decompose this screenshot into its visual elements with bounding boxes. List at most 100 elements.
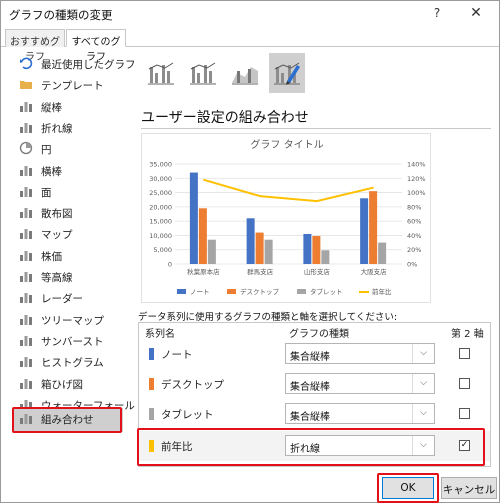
sidebar-item-1[interactable]: テンプレート — [13, 74, 123, 94]
close-button[interactable]: ✕ — [467, 5, 485, 23]
y2-tick-label: 140% — [407, 161, 426, 169]
bar-2-2 — [321, 250, 330, 264]
cancel-button[interactable]: キャンセル — [441, 477, 497, 499]
sidebar-item-label: 円 — [41, 144, 52, 157]
sidebar-item-6[interactable]: 面 — [13, 181, 123, 201]
clustered-column-line-icon[interactable] — [143, 53, 179, 93]
sidebar-item-label: ヒストグラム — [41, 357, 104, 370]
sidebar-item-label: 面 — [41, 186, 52, 199]
y2-tick-label: 100% — [407, 189, 426, 197]
section-title: ユーザー設定の組み合わせ — [141, 110, 309, 126]
sunburst-chart-icon — [19, 333, 33, 347]
legend-label-1: デスクトップ — [240, 287, 280, 296]
sidebar-item-label: マップ — [41, 229, 73, 242]
chart-type-select[interactable]: 集合縦棒 ⌵ — [285, 403, 435, 424]
tab-bar: おすすめグラフ すべてのグラフ — [1, 29, 499, 63]
y2-tick-label: 120% — [407, 175, 426, 183]
treemap-chart-icon — [19, 312, 33, 326]
sidebar-item-15[interactable]: 箱ひげ図 — [13, 373, 123, 393]
sidebar-item-label: 散布図 — [41, 208, 73, 221]
y-tick-label: 35,000 — [149, 161, 172, 169]
area-chart-icon — [19, 184, 33, 198]
sidebar-item-label: 箱ひげ図 — [41, 378, 83, 391]
surface-chart-icon — [19, 269, 33, 283]
chevron-down-icon[interactable]: ⌵ — [412, 374, 434, 393]
tab-all-charts[interactable]: すべてのグラフ — [66, 29, 126, 63]
secondary-axis-checkbox[interactable] — [459, 348, 470, 359]
secondary-axis-checkbox[interactable] — [459, 408, 470, 419]
chart-type-select[interactable]: 集合縦棒 ⌵ — [285, 343, 435, 364]
bar-1-0 — [198, 208, 207, 264]
series-color-marker — [149, 408, 154, 420]
bar-2-0 — [207, 239, 216, 264]
chart-type-value: 集合縦棒 — [290, 382, 330, 393]
combo-subtype-row — [141, 53, 500, 97]
sidebar-item-3[interactable]: 折れ線 — [13, 117, 123, 137]
y-tick-label: 20,000 — [149, 203, 172, 211]
sidebar-item-label: レーダー — [41, 293, 83, 306]
legend-label-3: 前年比 — [372, 287, 392, 296]
secondary-axis-checkbox[interactable] — [459, 378, 470, 389]
bar-0-2 — [303, 234, 312, 264]
scatter-chart-icon — [19, 205, 33, 219]
chart-type-value: 集合縦棒 — [290, 352, 330, 363]
sidebar-item-label: テンプレート — [41, 80, 104, 93]
legend-swatch-2 — [297, 289, 306, 294]
chart-preview: グラフ タイトル 0 5,000 10,000 15,000 20,000 25,000 30… — [141, 133, 431, 303]
folder-icon — [19, 77, 33, 91]
series-row-0: ノート 集合縦棒 ⌵ — [139, 339, 490, 369]
radar-chart-icon — [19, 290, 33, 304]
legend-swatch-0 — [177, 289, 186, 294]
bar-1-2 — [312, 236, 321, 264]
highlight-frame-ok — [377, 473, 439, 503]
sidebar-item-4[interactable]: 円 — [13, 138, 123, 158]
sidebar-item-14[interactable]: ヒストグラム — [13, 351, 123, 371]
x-tick-label: 群馬支店 — [247, 267, 274, 276]
series-instruction: データ系列に使用するグラフの種類と軸を選択してください: — [138, 312, 398, 323]
chevron-down-icon[interactable]: ⌵ — [412, 404, 434, 423]
bar-chart-icon — [19, 163, 33, 177]
sidebar-item-10[interactable]: 等高線 — [13, 266, 123, 286]
y-tick-label: 15,000 — [149, 218, 172, 226]
line-series-3 — [203, 178, 374, 203]
sidebar-item-0[interactable]: 最近使用したグラフ — [13, 53, 136, 73]
column-chart-icon — [19, 99, 33, 113]
sidebar-item-9[interactable]: 株価 — [13, 245, 123, 265]
y-tick-label: 0 — [168, 261, 172, 269]
tab-recommended-charts[interactable]: おすすめグラフ — [5, 29, 65, 63]
custom-combo-icon[interactable] — [269, 53, 305, 93]
y2-tick-label: 0% — [407, 261, 417, 269]
chart-category-list: 最近使用したグラフテンプレート 縦棒折れ線円横棒面散布図マップ株価等高線レーダーツ… — [1, 48, 136, 438]
y-tick-label: 30,000 — [149, 175, 172, 183]
col-header-secondary-axis: 第 2 軸 — [451, 329, 484, 340]
clustered-column-line-secondary-icon[interactable] — [185, 53, 221, 93]
y-tick-label: 5,000 — [153, 246, 172, 254]
bar-2-1 — [264, 239, 273, 264]
box-whisker-chart-icon — [19, 376, 33, 390]
sidebar-item-5[interactable]: 横棒 — [13, 160, 123, 180]
chart-type-select[interactable]: 集合縦棒 ⌵ — [285, 373, 435, 394]
bar-0-3 — [360, 198, 369, 264]
stacked-area-column-icon[interactable] — [227, 53, 263, 93]
legend-label-0: ノート — [190, 288, 210, 296]
sidebar-item-label: ツリーマップ — [41, 314, 104, 327]
bar-1-1 — [255, 232, 264, 264]
sidebar-item-label: 縦棒 — [41, 101, 62, 114]
bar-2-3 — [378, 242, 387, 264]
sidebar-item-label: 等高線 — [41, 272, 73, 284]
x-tick-label: 大阪支店 — [361, 267, 388, 276]
help-button[interactable]: ? — [429, 6, 445, 22]
sidebar-item-11[interactable]: レーダー — [13, 287, 123, 307]
sidebar-item-8[interactable]: マップ — [13, 223, 123, 243]
sidebar-item-12[interactable]: ツリーマップ — [13, 309, 123, 329]
sidebar-item-7[interactable]: 散布図 — [13, 202, 123, 222]
undo-icon — [19, 56, 33, 70]
y2-tick-label: 40% — [407, 232, 421, 240]
sidebar-item-label: 横棒 — [41, 165, 62, 178]
chevron-down-icon[interactable]: ⌵ — [412, 344, 434, 363]
highlight-frame-yoy-row — [137, 428, 485, 466]
sidebar-item-13[interactable]: サンバースト — [13, 330, 123, 350]
sidebar-item-2[interactable]: 縦棒 — [13, 96, 123, 116]
x-tick-label: 秋葉原本店 — [187, 267, 220, 276]
legend-swatch-1 — [227, 289, 236, 294]
